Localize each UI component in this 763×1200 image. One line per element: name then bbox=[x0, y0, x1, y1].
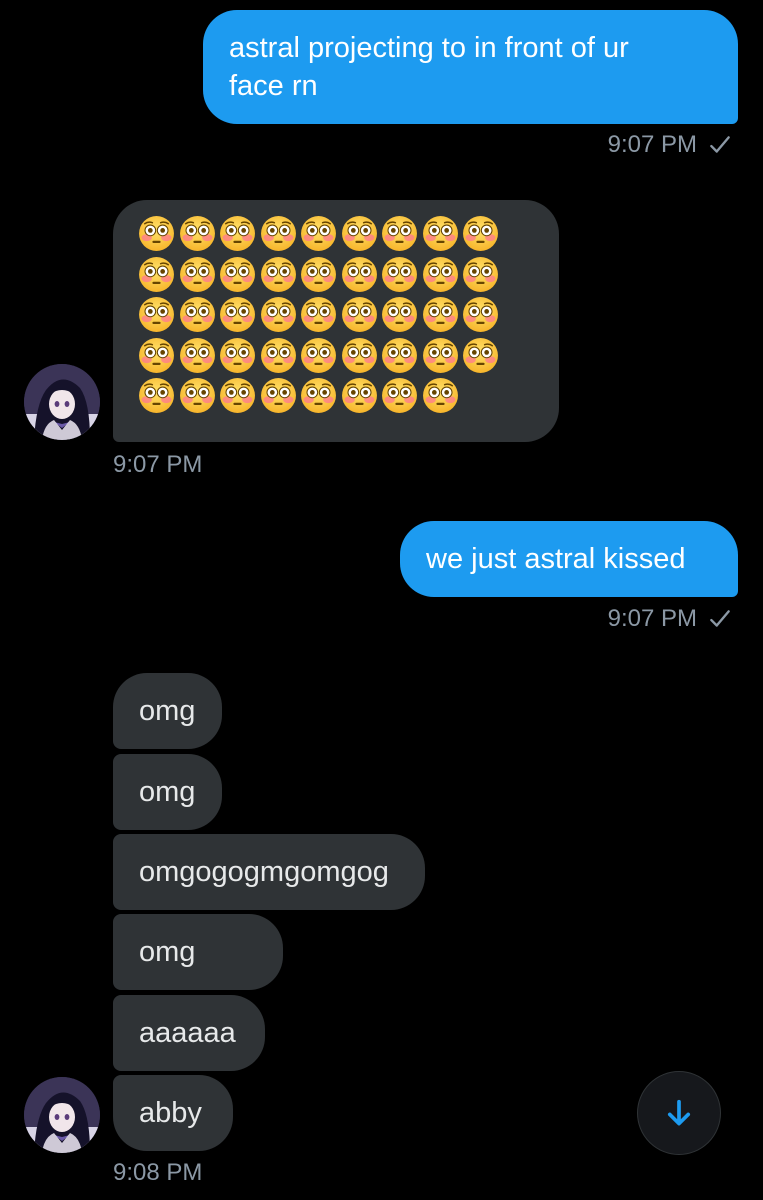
received-message-bubble[interactable]: aaaaaa bbox=[113, 995, 265, 1071]
message-text-line: face rn bbox=[229, 70, 318, 102]
flushed-face-emoji bbox=[219, 337, 256, 374]
flushed-face-emoji bbox=[138, 256, 175, 293]
flushed-face-emoji bbox=[341, 337, 378, 374]
flushed-face-emoji bbox=[260, 215, 297, 252]
checkmark-icon bbox=[710, 136, 730, 153]
flushed-face-emoji bbox=[179, 377, 216, 414]
flushed-face-emoji bbox=[260, 337, 297, 374]
received-message-bubble[interactable]: omgogogmgomgog bbox=[113, 834, 425, 910]
flushed-face-emoji bbox=[422, 215, 459, 252]
message-status: 9:07 PM bbox=[608, 604, 733, 634]
flushed-face-emoji bbox=[341, 256, 378, 293]
flushed-face-emoji bbox=[138, 377, 175, 414]
message-text-line: astral projecting to in front of ur bbox=[229, 32, 629, 64]
message-text: omgogogmgomgog bbox=[139, 856, 389, 888]
emoji-row bbox=[138, 256, 508, 297]
flushed-face-emoji bbox=[422, 337, 459, 374]
received-message-bubble[interactable]: omg bbox=[113, 914, 283, 990]
emoji-row bbox=[138, 215, 508, 256]
avatar[interactable] bbox=[24, 1077, 100, 1153]
flushed-face-emoji bbox=[422, 256, 459, 293]
avatar-image bbox=[24, 1077, 100, 1153]
flushed-face-emoji bbox=[138, 296, 175, 333]
flushed-face-emoji bbox=[260, 296, 297, 333]
arrow-down-icon bbox=[667, 1099, 691, 1126]
received-message-bubble[interactable]: abby bbox=[113, 1075, 233, 1151]
flushed-face-emoji bbox=[422, 377, 459, 414]
message-text: aaaaaa bbox=[139, 1017, 236, 1049]
emoji-row bbox=[138, 296, 508, 337]
timestamp: 9:08 PM bbox=[113, 1159, 203, 1186]
flushed-face-emoji bbox=[219, 256, 256, 293]
sent-message-bubble[interactable]: astral projecting to in front of ur face… bbox=[203, 10, 738, 124]
flushed-face-emoji bbox=[300, 296, 337, 333]
scroll-to-bottom-button[interactable] bbox=[637, 1071, 721, 1155]
flushed-face-emoji bbox=[179, 337, 216, 374]
flushed-face-emoji bbox=[341, 377, 378, 414]
flushed-face-emoji bbox=[138, 215, 175, 252]
flushed-face-emoji bbox=[462, 337, 499, 374]
flushed-face-emoji bbox=[300, 215, 337, 252]
message-text: omg bbox=[139, 936, 196, 968]
received-message-bubble[interactable]: omg bbox=[113, 673, 222, 749]
flushed-face-emoji bbox=[341, 215, 378, 252]
message-text: omg bbox=[139, 695, 196, 727]
flushed-face-emoji bbox=[219, 296, 256, 333]
emoji-row bbox=[138, 377, 508, 418]
avatar[interactable] bbox=[24, 364, 100, 440]
emoji-row bbox=[138, 337, 508, 378]
flushed-face-emoji bbox=[381, 215, 418, 252]
flushed-face-emoji bbox=[341, 296, 378, 333]
flushed-face-emoji bbox=[260, 256, 297, 293]
flushed-face-emoji bbox=[179, 256, 216, 293]
emoji-message-content bbox=[138, 215, 508, 418]
flushed-face-emoji bbox=[300, 256, 337, 293]
flushed-face-emoji bbox=[462, 256, 499, 293]
flushed-face-emoji bbox=[462, 215, 499, 252]
message-text: abby bbox=[139, 1097, 202, 1129]
flushed-face-emoji bbox=[422, 296, 459, 333]
flushed-face-emoji bbox=[219, 377, 256, 414]
flushed-face-emoji bbox=[260, 377, 297, 414]
message-status: 9:07 PM bbox=[608, 130, 733, 160]
received-message-bubble[interactable]: omg bbox=[113, 754, 222, 830]
timestamp: 9:07 PM bbox=[607, 605, 697, 632]
flushed-face-emoji bbox=[179, 215, 216, 252]
message-text: we just astral kissed bbox=[426, 543, 686, 575]
flushed-face-emoji bbox=[381, 296, 418, 333]
checkmark-icon bbox=[710, 610, 730, 627]
flushed-face-emoji bbox=[381, 256, 418, 293]
avatar-image bbox=[24, 364, 100, 440]
timestamp: 9:07 PM bbox=[113, 451, 203, 478]
flushed-face-emoji bbox=[138, 337, 175, 374]
flushed-face-emoji bbox=[381, 337, 418, 374]
message-text: omg bbox=[139, 776, 196, 808]
flushed-face-emoji bbox=[219, 215, 256, 252]
sent-message-bubble[interactable]: we just astral kissed bbox=[400, 521, 738, 597]
flushed-face-emoji bbox=[462, 296, 499, 333]
flushed-face-emoji bbox=[300, 337, 337, 374]
timestamp: 9:07 PM bbox=[607, 131, 697, 158]
flushed-face-emoji bbox=[179, 296, 216, 333]
flushed-face-emoji bbox=[381, 377, 418, 414]
flushed-face-emoji bbox=[300, 377, 337, 414]
